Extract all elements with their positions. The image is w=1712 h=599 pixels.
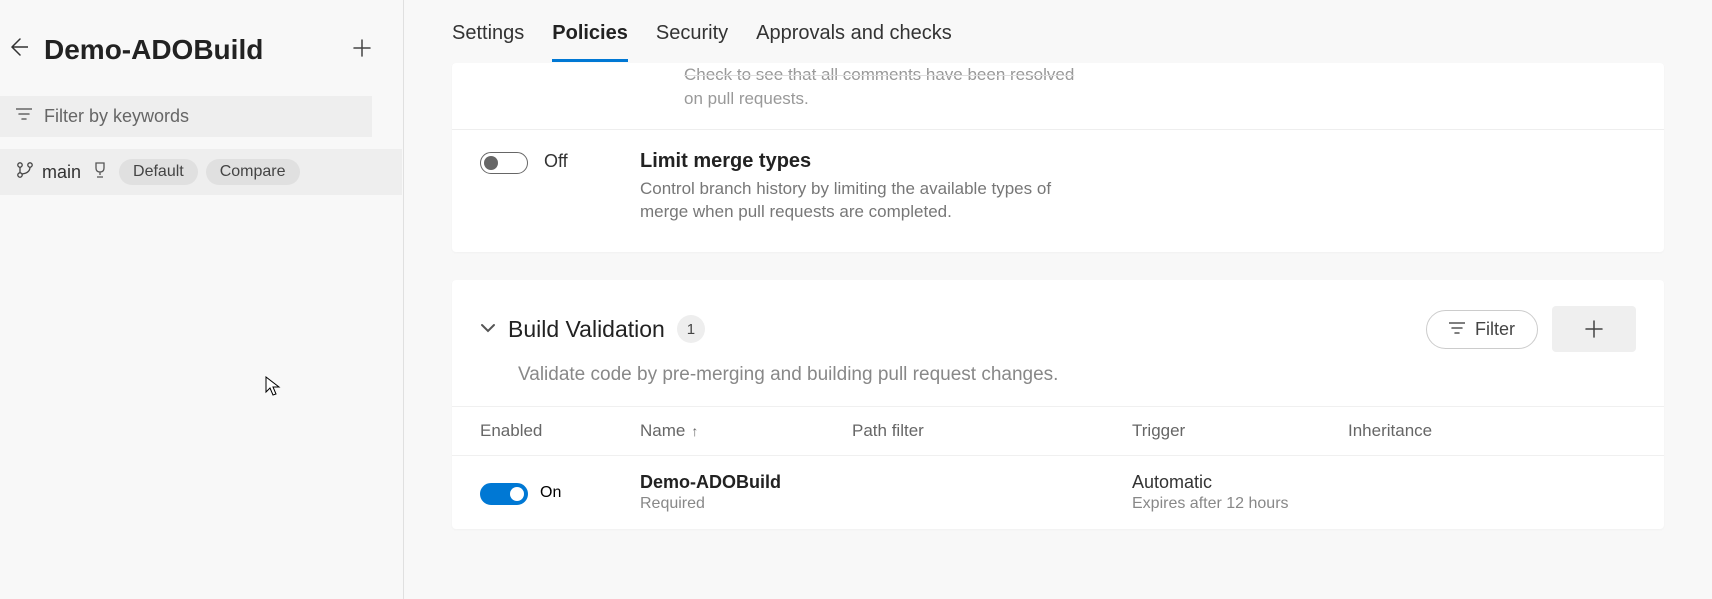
filter-icon bbox=[16, 107, 32, 126]
limit-merge-title: Limit merge types bbox=[640, 150, 1100, 173]
compare-badge: Compare bbox=[206, 159, 300, 185]
col-trigger[interactable]: Trigger bbox=[1132, 421, 1348, 441]
row-trigger: Automatic bbox=[1132, 472, 1348, 493]
filter-input[interactable] bbox=[44, 106, 356, 127]
branch-name: main bbox=[42, 162, 81, 183]
cell-enabled: On bbox=[480, 481, 640, 505]
section-actions: Filter bbox=[1426, 306, 1636, 352]
build-validation-card: Build Validation 1 Filter Validate code … bbox=[452, 280, 1664, 529]
col-enabled[interactable]: Enabled bbox=[480, 421, 640, 441]
row-enabled-toggle[interactable] bbox=[480, 483, 528, 505]
col-name[interactable]: Name ↑ bbox=[640, 421, 852, 441]
limit-merge-text: Limit merge types Control branch history… bbox=[640, 150, 1100, 225]
tab-settings[interactable]: Settings bbox=[452, 22, 524, 62]
row-expiry: Expires after 12 hours bbox=[1132, 495, 1348, 513]
table-header: Enabled Name ↑ Path filter Trigger Inher… bbox=[452, 406, 1664, 455]
add-build-validation-button[interactable] bbox=[1552, 306, 1636, 352]
filter-keywords-box[interactable] bbox=[0, 96, 372, 137]
sidebar-title: Demo-ADOBuild bbox=[44, 34, 263, 66]
sidebar-title-group: Demo-ADOBuild bbox=[8, 34, 263, 66]
policy-limit-merge-types: Off Limit merge types Control branch his… bbox=[452, 129, 1664, 253]
tab-approvals[interactable]: Approvals and checks bbox=[756, 22, 952, 62]
row-name: Demo-ADOBuild bbox=[640, 472, 852, 493]
tab-policies[interactable]: Policies bbox=[552, 22, 628, 62]
row-requirement: Required bbox=[640, 495, 852, 513]
comment-resolution-desc: Check to see that all comments have been… bbox=[656, 63, 1296, 129]
branch-row-main[interactable]: main Default Compare bbox=[0, 149, 402, 195]
trophy-icon bbox=[93, 162, 107, 183]
sidebar: Demo-ADOBuild main Default Compare bbox=[0, 0, 404, 599]
build-validation-count: 1 bbox=[677, 315, 705, 343]
tab-security[interactable]: Security bbox=[656, 22, 728, 62]
limit-merge-toggle[interactable] bbox=[480, 152, 528, 174]
limit-merge-desc: Control branch history by limiting the a… bbox=[640, 177, 1100, 225]
chevron-down-icon[interactable] bbox=[480, 320, 496, 338]
col-path[interactable]: Path filter bbox=[852, 421, 1132, 441]
cell-name: Demo-ADOBuild Required bbox=[640, 472, 852, 513]
sidebar-header: Demo-ADOBuild bbox=[0, 0, 403, 88]
default-badge: Default bbox=[119, 159, 198, 185]
content-scroll[interactable]: Check to see that all comments have been… bbox=[404, 63, 1712, 577]
filter-button-label: Filter bbox=[1475, 319, 1515, 340]
limit-merge-state: Off bbox=[544, 151, 604, 172]
build-validation-title: Build Validation bbox=[508, 316, 665, 343]
tabs: Settings Policies Security Approvals and… bbox=[404, 0, 1712, 63]
build-validation-desc: Validate code by pre-merging and buildin… bbox=[452, 360, 1664, 406]
main-content: Settings Policies Security Approvals and… bbox=[404, 0, 1712, 599]
sort-ascending-icon: ↑ bbox=[691, 423, 698, 439]
build-validation-header: Build Validation 1 Filter bbox=[452, 280, 1664, 360]
col-inheritance[interactable]: Inheritance bbox=[1348, 421, 1636, 441]
filter-icon bbox=[1449, 319, 1465, 340]
filter-button[interactable]: Filter bbox=[1426, 310, 1538, 349]
back-arrow-icon[interactable] bbox=[8, 37, 28, 63]
cell-trigger: Automatic Expires after 12 hours bbox=[1132, 472, 1348, 513]
policy-card: Check to see that all comments have been… bbox=[452, 63, 1664, 252]
branch-icon bbox=[16, 161, 34, 184]
table-row[interactable]: On Demo-ADOBuild Required Automatic Expi… bbox=[452, 455, 1664, 529]
row-enabled-state: On bbox=[540, 484, 561, 502]
add-branch-button[interactable] bbox=[345, 32, 379, 68]
